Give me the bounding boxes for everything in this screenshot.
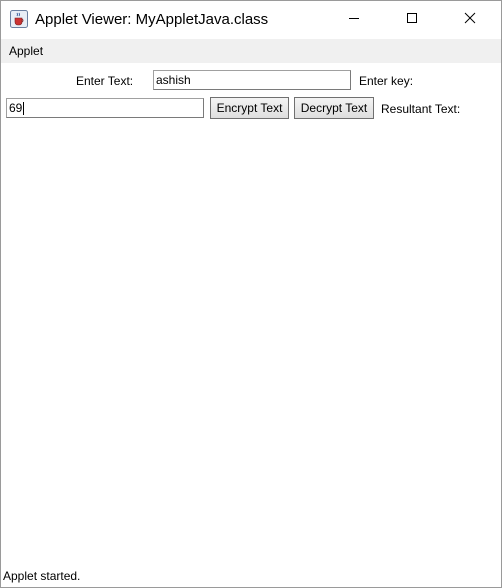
resultant-text-label: Resultant Text: bbox=[381, 102, 461, 116]
decrypt-button[interactable]: Decrypt Text bbox=[294, 97, 374, 119]
encrypt-button[interactable]: Encrypt Text bbox=[210, 97, 289, 119]
applet-panel: Enter Text: ashish Enter key: 69 Encrypt… bbox=[1, 63, 501, 565]
enter-text-input[interactable]: ashish bbox=[153, 70, 351, 90]
window-title: Applet Viewer: MyAppletJava.class bbox=[35, 11, 269, 28]
maximize-button[interactable] bbox=[389, 1, 435, 39]
status-bar: Applet started. bbox=[1, 565, 501, 587]
menu-bar: Applet bbox=[1, 39, 501, 63]
menu-applet[interactable]: Applet bbox=[9, 43, 43, 59]
enter-text-value: ashish bbox=[156, 73, 191, 87]
java-coffee-cup-icon bbox=[10, 10, 28, 28]
close-icon bbox=[464, 11, 476, 29]
key-input[interactable]: 69 bbox=[6, 98, 204, 118]
enter-key-label: Enter key: bbox=[359, 74, 414, 88]
maximize-icon bbox=[406, 11, 418, 29]
applet-viewer-window: Applet Viewer: MyAppletJava.class Applet… bbox=[0, 0, 502, 588]
title-bar[interactable]: Applet Viewer: MyAppletJava.class bbox=[1, 1, 501, 39]
enter-text-label: Enter Text: bbox=[76, 74, 134, 88]
minimize-icon bbox=[348, 11, 360, 29]
minimize-button[interactable] bbox=[331, 1, 377, 39]
close-button[interactable] bbox=[447, 1, 493, 39]
status-text: Applet started. bbox=[3, 569, 81, 583]
text-caret bbox=[23, 102, 25, 116]
key-value: 69 bbox=[9, 101, 23, 115]
